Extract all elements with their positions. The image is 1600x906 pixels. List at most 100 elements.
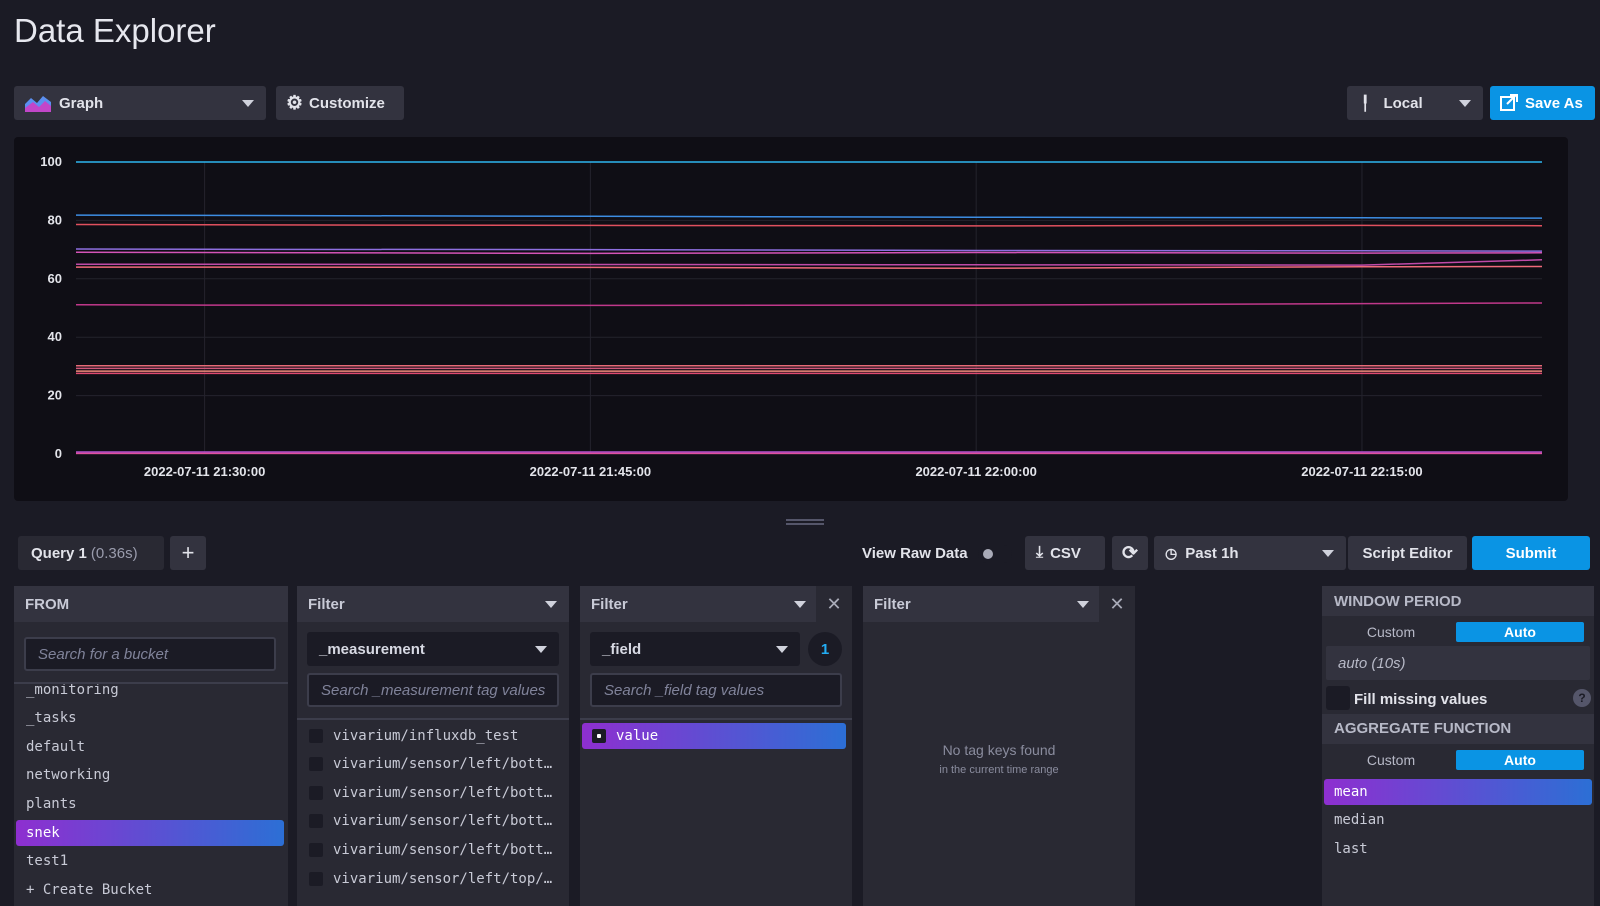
selected-count-badge: 1 (808, 632, 842, 666)
close-icon[interactable]: ✕ (816, 586, 852, 622)
filter-header[interactable]: Filter ✕ (580, 586, 852, 622)
empty-state-subtitle: in the current time range (939, 764, 1059, 776)
time-range-dropdown[interactable]: ◷ Past 1h (1154, 536, 1346, 570)
chevron-down-icon (776, 646, 788, 653)
list-item[interactable]: vivarium/sensor/left/bott… (309, 751, 552, 777)
filter-header-label: Filter (874, 595, 911, 613)
checkbox (309, 729, 323, 743)
line-chart: 100 80 60 40 20 0 2022-07-11 21:30:00 2022-07-1… (40, 154, 1543, 479)
checkbox (309, 814, 323, 828)
auto-option[interactable]: Auto (1456, 622, 1584, 642)
refresh-button[interactable]: ⟳ (1112, 536, 1148, 570)
y-tick-label: 80 (48, 212, 62, 227)
bucket-search-input[interactable]: Search for a bucket (24, 637, 276, 671)
list-item[interactable]: plants (26, 791, 77, 817)
submit-button[interactable]: Submit (1472, 536, 1590, 570)
list-item[interactable]: vivarium/influxdb_test (309, 723, 518, 749)
window-period-input[interactable]: auto (10s) (1326, 646, 1590, 680)
checkbox-checked (592, 729, 606, 743)
y-tick-label: 100 (40, 154, 62, 169)
filter-header[interactable]: Filter ✕ (863, 586, 1135, 622)
view-raw-data-label: View Raw Data (862, 545, 968, 562)
list-item[interactable]: median (1334, 812, 1385, 828)
graph-icon (25, 96, 51, 112)
add-query-button[interactable]: + (170, 536, 206, 570)
aggregate-options-panel: WINDOW PERIOD Custom Auto auto (10s) Fil… (1322, 586, 1594, 906)
query-time: (0.36s) (90, 544, 138, 562)
custom-option[interactable]: Custom (1326, 622, 1456, 642)
raw-data-toggle[interactable] (978, 545, 1012, 563)
window-period-label: WINDOW PERIOD (1334, 593, 1462, 610)
filter-header-label: Filter (308, 595, 345, 613)
custom-option[interactable]: Custom (1326, 750, 1456, 770)
list-item[interactable]: last (1334, 841, 1368, 857)
graph-panel[interactable]: 100 80 60 40 20 0 2022-07-11 21:30:00 2022-07-1… (14, 137, 1568, 501)
list-item[interactable]: vivarium/sensor/left/bott… (309, 780, 552, 806)
resize-handle[interactable] (786, 519, 824, 525)
list-item-label: vivarium/sensor/left/bott… (333, 756, 553, 772)
clock-icon: ◷ (1165, 544, 1178, 561)
window-period-toggle: Custom Auto (1326, 622, 1590, 642)
auto-option[interactable]: Auto (1456, 750, 1584, 770)
fill-missing-checkbox[interactable] (1326, 686, 1350, 710)
csv-label: CSV (1050, 544, 1081, 562)
list-item[interactable]: test1 (26, 848, 68, 874)
tag-key-dropdown[interactable]: _field (590, 632, 800, 666)
csv-button[interactable]: ⤓ CSV (1025, 536, 1105, 570)
tag-key-label: _field (602, 640, 642, 658)
gear-icon: ⚙ (286, 92, 304, 114)
chevron-down-icon (1459, 100, 1471, 107)
series-line-8 (75, 302, 1543, 307)
series-line-3 (75, 223, 1543, 227)
export-icon (1500, 94, 1518, 111)
series-line-2 (75, 214, 1543, 219)
download-icon: ⤓ (1036, 544, 1044, 561)
customize-button[interactable]: ⚙ Customize (276, 86, 404, 120)
list-item[interactable]: vivarium/sensor/left/bott… (309, 808, 552, 834)
timezone-dropdown[interactable]: ╿ Local (1347, 86, 1483, 120)
list-item-label: vivarium/sensor/left/bott… (333, 785, 553, 801)
filter-header[interactable]: Filter (297, 586, 569, 622)
list-item-selected[interactable]: mean (1324, 779, 1592, 805)
divider (580, 718, 852, 720)
x-tick-label: 2022-07-11 21:45:00 (530, 464, 651, 479)
list-item[interactable]: vivarium/sensor/left/bott… (309, 837, 552, 863)
list-item[interactable]: default (26, 734, 85, 760)
series-line-7 (76, 265, 1543, 270)
list-item-label: vivarium/influxdb_test (333, 728, 519, 744)
x-tick-label: 2022-07-11 22:00:00 (915, 464, 1036, 479)
chevron-down-icon (794, 601, 806, 608)
list-item[interactable]: _tasks (26, 705, 77, 731)
tag-key-dropdown[interactable]: _measurement (307, 632, 559, 666)
chevron-down-icon (535, 646, 547, 653)
view-type-dropdown[interactable]: Graph (14, 86, 266, 120)
tag-key-label: _measurement (319, 640, 425, 658)
list-item-selected[interactable]: value (582, 723, 846, 749)
list-item[interactable]: networking (26, 762, 110, 788)
help-icon[interactable]: ? (1573, 689, 1591, 707)
tag-value-list: vivarium/influxdb_test vivarium/sensor/l… (297, 720, 569, 906)
toggle-knob (983, 549, 993, 559)
script-editor-button[interactable]: Script Editor (1348, 536, 1467, 570)
checkmark-icon (597, 734, 601, 738)
list-item[interactable]: _monitoring (26, 684, 119, 703)
list-item-label: vivarium/sensor/left/bott… (333, 842, 553, 858)
customize-label: Customize (309, 94, 385, 112)
filter-panel-empty: Filter ✕ No tag keys found in the curren… (863, 586, 1135, 906)
filter-panel-measurement: Filter _measurement Search _measurement … (297, 586, 569, 906)
x-tick-label: 2022-07-11 21:30:00 (144, 464, 265, 479)
series-line-5 (75, 251, 1543, 255)
save-as-button[interactable]: Save As (1490, 86, 1595, 120)
x-tick-label: 2022-07-11 22:15:00 (1301, 464, 1422, 479)
timezone-label: Local (1383, 94, 1423, 112)
create-bucket-link[interactable]: + Create Bucket (26, 877, 152, 903)
tag-value-search-input[interactable]: Search _measurement tag values (307, 673, 559, 707)
tag-value-search-input[interactable]: Search _field tag values (590, 673, 842, 707)
page-title: Data Explorer (14, 12, 216, 49)
list-item-selected[interactable]: snek (16, 820, 284, 846)
query-tab[interactable]: Query 1 (0.36s) (18, 536, 164, 570)
checkbox (309, 757, 323, 771)
bucket-list: _monitoring _tasks default networking pl… (14, 684, 288, 906)
close-icon[interactable]: ✕ (1099, 586, 1135, 622)
list-item[interactable]: vivarium/sensor/left/top/… (309, 866, 552, 892)
